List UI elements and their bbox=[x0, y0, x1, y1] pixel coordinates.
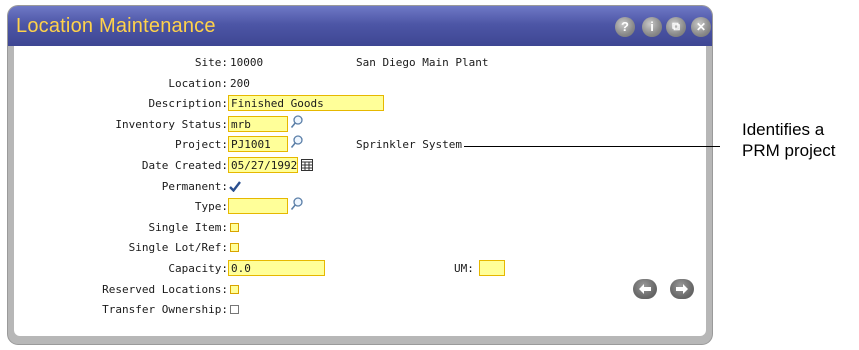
capacity-label: Capacity: bbox=[168, 262, 228, 275]
type-label: Type: bbox=[194, 200, 228, 213]
project-label: Project: bbox=[175, 138, 228, 151]
um-label: UM: bbox=[454, 262, 474, 275]
arrow-right-icon bbox=[676, 284, 688, 294]
um-field[interactable] bbox=[479, 260, 505, 276]
field-labels: Site: Location: Description: Inventory S… bbox=[14, 46, 228, 336]
capacity-field[interactable]: 0.0 bbox=[228, 260, 325, 276]
description-label: Description: bbox=[148, 97, 228, 110]
window-title: Location Maintenance bbox=[16, 15, 216, 37]
project-field[interactable]: PJ1001 bbox=[228, 136, 288, 152]
title-bar: Location Maintenance ? i ⧉ ✕ bbox=[8, 6, 712, 46]
project-name: Sprinkler System bbox=[356, 138, 462, 151]
single-item-checkbox[interactable] bbox=[230, 223, 239, 232]
arrow-left-icon bbox=[639, 284, 651, 294]
date-created-field[interactable]: 05/27/1992 bbox=[228, 157, 298, 173]
help-icon[interactable]: ? bbox=[615, 17, 635, 37]
location-maintenance-window: Location Maintenance ? i ⧉ ✕ Site: Locat… bbox=[8, 6, 712, 344]
reserved-locations-checkbox[interactable] bbox=[230, 285, 239, 294]
calendar-icon[interactable] bbox=[301, 159, 313, 171]
permanent-label: Permanent: bbox=[161, 180, 228, 193]
single-lot-ref-label: Single Lot/Ref: bbox=[128, 241, 228, 254]
location-label: Location: bbox=[168, 77, 228, 90]
inventory-status-field[interactable]: mrb bbox=[228, 116, 288, 132]
site-value: 10000 bbox=[230, 56, 264, 69]
previous-button[interactable] bbox=[633, 279, 657, 299]
form-content: Site: Location: Description: Inventory S… bbox=[14, 46, 706, 336]
restore-icon[interactable]: ⧉ bbox=[666, 17, 686, 37]
single-item-label: Single Item: bbox=[148, 221, 228, 234]
single-lot-ref-checkbox[interactable] bbox=[230, 243, 239, 252]
type-lookup-icon[interactable] bbox=[290, 197, 304, 211]
annotation-line-2: PRM project bbox=[742, 141, 836, 160]
inventory-status-lookup-icon[interactable] bbox=[290, 115, 304, 129]
annotation-line-1: Identifies a bbox=[742, 120, 825, 139]
type-field[interactable] bbox=[228, 198, 288, 214]
project-lookup-icon[interactable] bbox=[290, 135, 304, 149]
reserved-locations-label: Reserved Locations: bbox=[102, 283, 228, 296]
transfer-ownership-label: Transfer Ownership: bbox=[102, 303, 228, 316]
site-name: San Diego Main Plant bbox=[356, 56, 489, 69]
location-value: 200 bbox=[230, 77, 250, 90]
close-icon[interactable]: ✕ bbox=[691, 17, 711, 37]
site-label: Site: bbox=[194, 56, 228, 69]
annotation-leader-line bbox=[464, 146, 720, 147]
date-created-label: Date Created: bbox=[141, 159, 228, 172]
info-icon[interactable]: i bbox=[642, 17, 662, 37]
description-field[interactable]: Finished Goods bbox=[228, 95, 384, 111]
transfer-ownership-checkbox[interactable] bbox=[230, 305, 239, 314]
permanent-checkbox[interactable] bbox=[229, 181, 241, 192]
inventory-status-label: Inventory Status: bbox=[115, 118, 228, 131]
next-button[interactable] bbox=[670, 279, 694, 299]
